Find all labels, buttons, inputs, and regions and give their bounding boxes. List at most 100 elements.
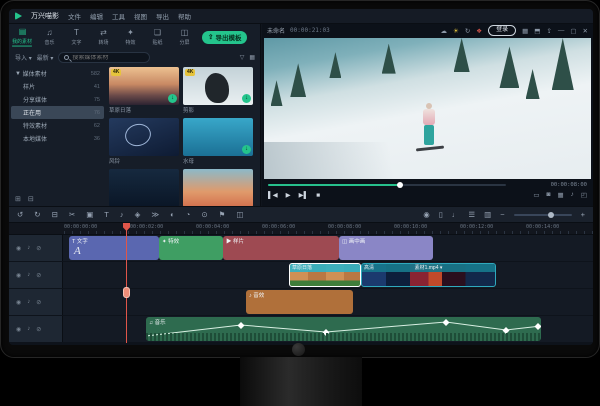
media-item-jellyfish[interactable]: ↓ 水母	[183, 118, 253, 165]
tree-root-media[interactable]: ▼ 媒体素材 582	[9, 67, 106, 80]
keyframe-diamond[interactable]	[535, 323, 542, 330]
menu-help[interactable]: 帮助	[178, 11, 191, 21]
mic-icon[interactable]: ♩	[452, 210, 460, 219]
menu-tools[interactable]: 工具	[112, 11, 125, 21]
timeline-ruler[interactable]: 00:00:00:00 00:00:02:00 00:00:04:00 00:0…	[9, 223, 593, 235]
speed-icon[interactable]: ≫	[151, 210, 159, 219]
keyframe-diamond[interactable]	[323, 329, 330, 336]
fullscreen-icon[interactable]: ◰	[581, 191, 587, 199]
clip-video-selected[interactable]: 草原日落	[289, 263, 361, 287]
undo-icon[interactable]: ↺	[17, 210, 23, 219]
media-item-silhouette[interactable]: 4K ↓ 剪影	[183, 67, 253, 114]
track-lane[interactable]: ♫ 音乐	[63, 316, 593, 342]
tab-splitscreen[interactable]: ◫ 分屏	[171, 29, 198, 46]
track-lane[interactable]: ♪ 音效	[63, 289, 593, 315]
chroma-key-icon[interactable]: ⊙	[201, 210, 207, 219]
media-item-dusk[interactable]: 晚霞	[183, 169, 253, 206]
zoom-in-icon[interactable]: +	[581, 210, 585, 219]
tab-effects[interactable]: ✦ 特效	[117, 29, 144, 46]
visibility-icon[interactable]: ◉	[16, 326, 21, 333]
track-lane[interactable]: T 文字 A ✦ 特效 ▶ 样片 ◫	[63, 235, 593, 261]
menu-export[interactable]: 导出	[156, 11, 169, 21]
preview-video-canvas[interactable]	[264, 38, 591, 179]
visibility-icon[interactable]: ◉	[16, 245, 21, 252]
keyframe-diamond[interactable]	[503, 327, 510, 334]
tree-item-shared[interactable]: 分享媒体 75	[9, 93, 106, 106]
snapshot-icon[interactable]: ◫	[236, 210, 243, 219]
lock-icon[interactable]: ⊘	[36, 245, 41, 252]
clip-text[interactable]: T 文字 A	[69, 236, 159, 260]
clip-sound-effect[interactable]: ♪ 音效	[246, 290, 353, 314]
seek-handle[interactable]	[397, 182, 403, 188]
timeline-zoom-slider[interactable]	[514, 214, 572, 216]
tree-item-in-use[interactable]: 正在用 76	[11, 106, 104, 119]
mute-icon[interactable]: ♪	[27, 272, 30, 278]
next-frame-button[interactable]: ▶▌	[299, 191, 309, 199]
layout-icon[interactable]: ▦	[522, 27, 528, 35]
clip-pip[interactable]: ◫ 画中画	[339, 236, 433, 260]
minimize-button[interactable]: —	[558, 27, 565, 34]
share-icon[interactable]: ⇪	[546, 27, 551, 35]
login-button[interactable]: 登录	[488, 25, 516, 36]
visibility-icon[interactable]: ◉	[16, 272, 21, 279]
new-folder-icon[interactable]: ⊞	[15, 195, 21, 203]
tree-item-effects-media[interactable]: 特效素材 62	[9, 119, 106, 132]
track-lane[interactable]: 草原日落 素材1.mp4 ▾ 高清	[63, 262, 593, 288]
clip-sample[interactable]: ▶ 样片	[223, 236, 339, 260]
mute-icon[interactable]: ♪	[27, 245, 30, 251]
export-template-button[interactable]: ⇪ 导出模板	[202, 31, 247, 44]
menu-file[interactable]: 文件	[68, 11, 81, 21]
playhead-grip[interactable]	[123, 287, 130, 298]
text-tool-icon[interactable]: T	[104, 210, 109, 219]
record-icon[interactable]: ◉	[423, 210, 430, 219]
timecode-icon[interactable]: ▥	[484, 210, 491, 219]
keyframe-icon[interactable]: ◈	[135, 210, 141, 219]
tree-item-local[interactable]: 本地媒体 36	[9, 132, 106, 145]
search-input[interactable]	[72, 55, 142, 61]
download-icon[interactable]: ↓	[242, 145, 251, 154]
tab-my-media[interactable]: ▤ 我的素材	[9, 28, 36, 47]
dual-screen-icon[interactable]: ⬒	[534, 27, 540, 35]
download-icon[interactable]: ↓	[168, 94, 177, 103]
mute-icon[interactable]: ♪	[27, 299, 30, 305]
idea-icon[interactable]: ☀	[453, 27, 459, 35]
lock-icon[interactable]: ⊘	[36, 326, 41, 333]
tab-music[interactable]: ♫ 音乐	[36, 29, 63, 46]
aspect-ratio-icon[interactable]: ▭	[533, 191, 539, 199]
freeze-frame-icon[interactable]: ◔	[186, 210, 191, 219]
cloud-icon[interactable]: ☁	[441, 27, 448, 35]
visibility-icon[interactable]: ◉	[16, 299, 21, 306]
mute-icon[interactable]: ♪	[27, 326, 30, 332]
keyframe-diamond[interactable]	[443, 319, 450, 326]
gift-icon[interactable]: ❖	[476, 27, 482, 35]
mixer-icon[interactable]: ☰	[468, 210, 475, 219]
filter-funnel-icon[interactable]: ▽	[240, 54, 245, 61]
detach-audio-icon[interactable]: ♪	[120, 210, 124, 219]
menu-view[interactable]: 视图	[134, 11, 147, 21]
zoom-out-icon[interactable]: −	[500, 210, 504, 219]
lock-icon[interactable]: ⊘	[36, 299, 41, 306]
device-icon[interactable]: ▯	[439, 210, 443, 219]
clip-effect[interactable]: ✦ 特效	[159, 236, 223, 260]
previous-frame-button[interactable]: ▌◀	[268, 191, 278, 199]
delete-icon[interactable]: ⊟	[52, 210, 58, 219]
seek-bar[interactable]	[268, 184, 506, 186]
grid-view-icon[interactable]: ▦	[249, 54, 255, 61]
redo-icon[interactable]: ↻	[34, 210, 40, 219]
tab-text[interactable]: T 文字	[63, 29, 90, 46]
sync-icon[interactable]: ↻	[465, 27, 470, 35]
snapshot-icon[interactable]: ◙	[547, 191, 551, 199]
stop-button[interactable]: ■	[316, 192, 320, 199]
clip-overlay-video[interactable]: 素材1.mp4 ▾ 高清	[361, 263, 496, 287]
clip-music[interactable]: ♫ 音乐	[146, 317, 541, 341]
sort-dropdown[interactable]: 最新 ▾	[37, 53, 54, 62]
keyframe-diamond[interactable]	[238, 322, 245, 329]
tree-item-samples[interactable]: 样片 41	[9, 80, 106, 93]
zoom-slider-handle[interactable]	[548, 212, 554, 218]
media-item-meteor[interactable]: 流星	[109, 169, 179, 206]
tab-stickers[interactable]: ❏ 贴纸	[144, 29, 171, 46]
media-item-wind-chime[interactable]: 风铃	[109, 118, 179, 165]
lock-icon[interactable]: ⊘	[36, 272, 41, 279]
marker-icon[interactable]: ⚑	[219, 210, 226, 219]
color-icon[interactable]: ◐	[170, 210, 175, 219]
